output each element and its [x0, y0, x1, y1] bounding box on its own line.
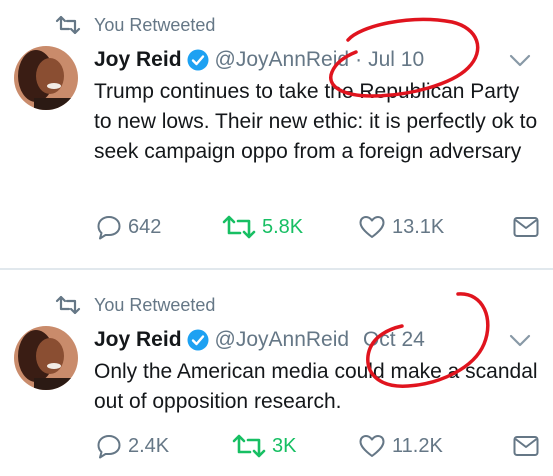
direct-message-button[interactable]	[513, 430, 539, 462]
like-icon	[359, 216, 385, 238]
reply-icon	[97, 435, 121, 459]
retweet-button[interactable]: 3K	[232, 430, 296, 462]
tweet[interactable]: You Retweeted Joy Reid @JoyAnnReid Oct 24…	[0, 272, 553, 476]
chevron-down-icon[interactable]	[509, 334, 531, 348]
tweet-actions: 2.4K 3K 11.2K	[0, 430, 553, 462]
like-icon	[359, 435, 385, 457]
retweet-button[interactable]: 5.8K	[222, 211, 303, 243]
author-handle[interactable]: @JoyAnnReid	[215, 48, 350, 71]
avatar[interactable]	[14, 326, 78, 390]
like-button[interactable]: 13.1K	[358, 211, 444, 243]
reply-count: 2.4K	[128, 435, 170, 457]
like-button[interactable]: 11.2K	[358, 430, 443, 462]
author-handle[interactable]: @JoyAnnReid	[215, 328, 350, 351]
author-name[interactable]: Joy Reid	[94, 328, 182, 351]
avatar-image	[14, 46, 78, 110]
retweet-context-label: You Retweeted	[94, 15, 216, 35]
tweet-header: Joy Reid @JoyAnnReid Oct 24	[94, 325, 425, 355]
tweet-date[interactable]: Oct 24	[363, 328, 425, 351]
retweet-count: 5.8K	[262, 216, 304, 238]
retweet-context: You Retweeted	[0, 13, 553, 37]
like-count: 13.1K	[392, 216, 445, 238]
reply-button[interactable]: 2.4K	[96, 430, 169, 462]
tweet-divider	[0, 268, 553, 270]
reply-button[interactable]: 642	[96, 211, 161, 243]
avatar-image	[14, 326, 78, 390]
retweet-icon	[222, 215, 256, 239]
reply-count: 642	[128, 216, 162, 238]
tweet-header: Joy Reid @JoyAnnReid · Jul 10	[94, 45, 424, 75]
direct-message-icon	[513, 217, 539, 237]
retweet-icon	[55, 15, 81, 35]
verified-badge-icon	[187, 329, 209, 351]
chevron-down-icon[interactable]	[509, 54, 531, 68]
tweet-actions: 642 5.8K 13.1K	[0, 211, 553, 243]
author-name[interactable]: Joy Reid	[94, 48, 182, 71]
retweet-count: 3K	[272, 435, 297, 457]
like-count: 11.2K	[392, 435, 443, 457]
tweet-text: Only the American media could make a sca…	[94, 360, 538, 413]
header-separator: ·	[355, 48, 363, 71]
direct-message-icon	[513, 436, 539, 456]
retweet-context: You Retweeted	[0, 293, 553, 317]
header-spacer	[353, 328, 359, 351]
retweet-icon	[232, 434, 266, 458]
direct-message-button[interactable]	[513, 211, 539, 243]
tweet-date[interactable]: Jul 10	[368, 48, 424, 71]
tweet[interactable]: You Retweeted Joy Reid @JoyAnnReid · Jul 10…	[0, 0, 553, 270]
verified-badge-icon	[187, 49, 209, 71]
avatar[interactable]	[14, 46, 78, 110]
reply-icon	[97, 216, 121, 240]
retweet-context-label: You Retweeted	[94, 295, 216, 315]
tweet-text: Trump continues to take the Republican P…	[94, 80, 538, 163]
retweet-icon	[55, 295, 81, 315]
